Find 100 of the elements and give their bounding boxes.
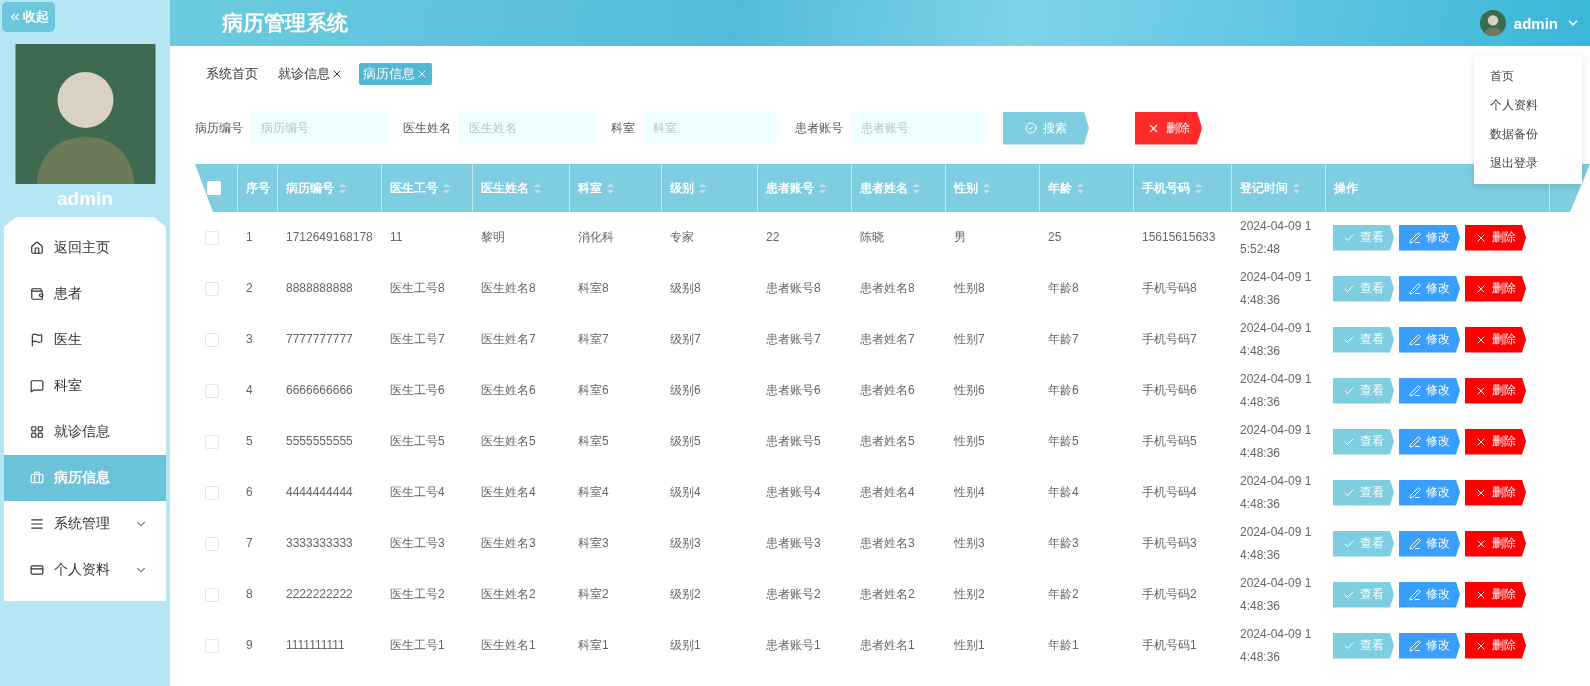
row-checkbox[interactable] — [205, 536, 219, 551]
table-cell-text: 医生姓名6 — [481, 382, 536, 400]
table-cell-text: 患者账号8 — [766, 280, 821, 298]
header-cell[interactable]: 级别 — [662, 164, 758, 212]
delete-button[interactable]: 删除 — [1465, 479, 1526, 506]
sort-icon[interactable] — [699, 182, 706, 194]
delete-button[interactable]: 删除 — [1465, 377, 1526, 404]
edit-button[interactable]: 修改 — [1399, 530, 1460, 557]
sort-icon[interactable] — [1293, 182, 1300, 194]
dropdown-item[interactable]: 首页 — [1474, 62, 1582, 91]
collapse-button[interactable]: 收起 — [2, 2, 55, 32]
menu-item[interactable]: 病历信息 — [4, 455, 166, 501]
sort-icon[interactable] — [819, 182, 826, 194]
sort-icon[interactable] — [443, 182, 450, 194]
delete-button[interactable]: 删除 — [1465, 326, 1526, 353]
search-button[interactable]: 搜索 — [1003, 111, 1089, 145]
dropdown-item[interactable]: 个人资料 — [1474, 91, 1582, 120]
table-cell-text: 年龄7 — [1048, 331, 1079, 349]
list-icon — [30, 517, 44, 531]
view-button[interactable]: 查看 — [1333, 581, 1394, 608]
table-cell-text: 患者姓名3 — [860, 535, 915, 553]
menu-item[interactable]: 返回主页 — [4, 225, 166, 271]
delete-button[interactable]: 删除 — [1465, 632, 1526, 659]
close-icon[interactable] — [331, 68, 343, 80]
sort-icon[interactable] — [913, 182, 920, 194]
delete-button[interactable]: 删除 — [1135, 111, 1202, 145]
edit-button[interactable]: 修改 — [1399, 479, 1460, 506]
table-cell-text: 医生姓名1 — [481, 637, 536, 655]
user-menu-toggle[interactable]: admin — [1513, 14, 1558, 32]
table-cell-text: 性别7 — [954, 331, 985, 349]
header-cell[interactable]: 科室 — [570, 164, 662, 212]
table-cell-text: 年龄8 — [1048, 280, 1079, 298]
edit-button[interactable]: 修改 — [1399, 428, 1460, 455]
header-cell[interactable]: 患者姓名 — [852, 164, 946, 212]
sort-icon[interactable] — [983, 182, 990, 194]
view-button[interactable]: 查看 — [1333, 530, 1394, 557]
view-button[interactable]: 查看 — [1333, 377, 1394, 404]
view-button[interactable]: 查看 — [1333, 275, 1394, 302]
table-cell-text: 科室6 — [578, 382, 609, 400]
row-checkbox[interactable] — [205, 230, 219, 245]
menu-item[interactable]: 个人资料 — [4, 547, 166, 593]
menu-item[interactable]: 就诊信息 — [4, 409, 166, 455]
tab-label: 病历信息 — [363, 65, 415, 83]
header-cell[interactable]: 病历编号 — [278, 164, 382, 212]
view-button[interactable]: 查看 — [1333, 632, 1394, 659]
edit-button[interactable]: 修改 — [1399, 275, 1460, 302]
row-checkbox[interactable] — [205, 281, 219, 296]
header-cell[interactable]: 登记时间 — [1232, 164, 1326, 212]
header-cell[interactable]: 医生工号 — [382, 164, 473, 212]
tab[interactable]: 病历信息 — [359, 63, 432, 85]
column-header: 操作 — [1334, 179, 1358, 197]
header-cell[interactable]: 年龄 — [1040, 164, 1134, 212]
row-checkbox[interactable] — [205, 587, 219, 602]
sort-icon[interactable] — [534, 182, 541, 194]
table-cell-text: 患者账号2 — [766, 586, 821, 604]
dropdown-item[interactable]: 数据备份 — [1474, 120, 1582, 149]
dropdown-item[interactable]: 退出登录 — [1474, 149, 1582, 178]
header-cell[interactable]: 医生姓名 — [473, 164, 570, 212]
column-header: 患者账号 — [766, 179, 814, 197]
menu-item[interactable]: 患者 — [4, 271, 166, 317]
sort-icon[interactable] — [1077, 182, 1084, 194]
sort-icon[interactable] — [607, 182, 614, 194]
table-cell-text: 级别6 — [670, 382, 701, 400]
edit-button[interactable]: 修改 — [1399, 224, 1460, 251]
row-checkbox[interactable] — [205, 638, 219, 653]
view-button[interactable]: 查看 — [1333, 326, 1394, 353]
edit-button[interactable]: 修改 — [1399, 632, 1460, 659]
delete-button[interactable]: 删除 — [1465, 581, 1526, 608]
view-button[interactable]: 查看 — [1333, 428, 1394, 455]
select-all-checkbox[interactable] — [207, 181, 221, 195]
table-cell-text: 1712649168178 — [286, 229, 373, 247]
menu-item[interactable]: 科室 — [4, 363, 166, 409]
view-button[interactable]: 查看 — [1333, 224, 1394, 251]
sort-icon[interactable] — [339, 182, 346, 194]
edit-button[interactable]: 修改 — [1399, 581, 1460, 608]
table-cell-text: 手机号码1 — [1142, 637, 1197, 655]
column-header: 医生工号 — [390, 179, 438, 197]
header-cell[interactable]: 患者账号 — [758, 164, 852, 212]
table-cell-text: 手机号码7 — [1142, 331, 1197, 349]
delete-button[interactable]: 删除 — [1465, 275, 1526, 302]
table-cell-text: 4444444444 — [286, 484, 353, 502]
row-checkbox[interactable] — [205, 332, 219, 347]
delete-button[interactable]: 删除 — [1465, 428, 1526, 455]
row-checkbox[interactable] — [205, 383, 219, 398]
row-checkbox[interactable] — [205, 434, 219, 449]
table-cell-text: 2222222222 — [286, 586, 353, 604]
view-button[interactable]: 查看 — [1333, 479, 1394, 506]
menu-item[interactable]: 系统管理 — [4, 501, 166, 547]
delete-button[interactable]: 删除 — [1465, 224, 1526, 251]
edit-button[interactable]: 修改 — [1399, 377, 1460, 404]
header-cell[interactable]: 手机号码 — [1134, 164, 1232, 212]
row-checkbox[interactable] — [205, 485, 219, 500]
edit-button[interactable]: 修改 — [1399, 326, 1460, 353]
header-cell[interactable]: 性别 — [946, 164, 1040, 212]
briefcase-icon — [30, 471, 44, 485]
sort-icon[interactable] — [1195, 182, 1202, 194]
tab[interactable]: 就诊信息 — [274, 63, 347, 85]
menu-item[interactable]: 医生 — [4, 317, 166, 363]
delete-button[interactable]: 删除 — [1465, 530, 1526, 557]
table-cell-text: 级别7 — [670, 331, 701, 349]
